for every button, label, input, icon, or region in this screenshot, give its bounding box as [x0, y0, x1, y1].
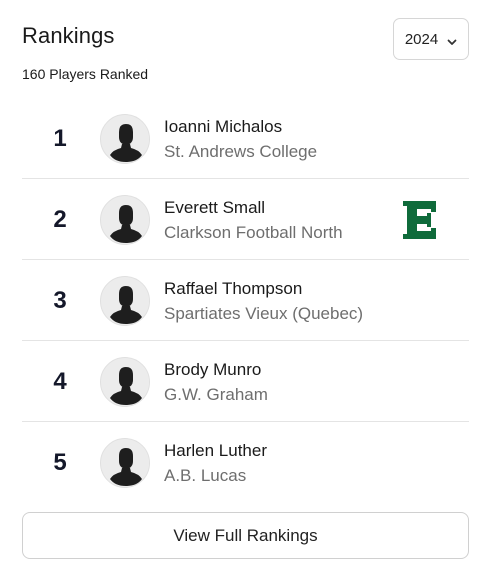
- player-name[interactable]: Ioanni Michalos: [164, 116, 317, 138]
- rankings-card: Rankings 2024 160 Players Ranked 1 Ioann…: [0, 0, 493, 575]
- player-school: Clarkson Football North: [164, 223, 343, 242]
- year-select[interactable]: 2024: [393, 18, 469, 60]
- player-info: Ioanni Michalos St. Andrews College: [164, 116, 317, 163]
- player-name[interactable]: Everett Small: [164, 197, 343, 219]
- player-info: Everett Small Clarkson Football North: [164, 197, 343, 244]
- header: Rankings 2024: [22, 18, 469, 62]
- avatar-placeholder-icon: [100, 357, 150, 407]
- rank-number: 5: [53, 448, 67, 476]
- e-logo-icon: [401, 199, 439, 241]
- page-title: Rankings: [22, 23, 115, 48]
- avatar-placeholder-icon: [100, 195, 150, 245]
- year-select-value: 2024: [404, 30, 439, 48]
- player-row-2[interactable]: 2 Everett Small Clarkson Football North: [22, 179, 469, 260]
- avatar-placeholder-icon: [100, 276, 150, 326]
- rank-number: 3: [53, 286, 67, 314]
- players-count: 160 Players Ranked: [22, 66, 149, 82]
- player-info: Brody Munro G.W. Graham: [164, 359, 268, 406]
- player-school: A.B. Lucas: [164, 466, 247, 485]
- player-row-3[interactable]: 3 Raffael Thompson Spartiates Vieux (Que…: [22, 260, 469, 341]
- rank-number: 2: [53, 205, 67, 233]
- player-row-1[interactable]: 1 Ioanni Michalos St. Andrews College: [22, 98, 469, 179]
- player-name[interactable]: Harlen Luther: [164, 440, 267, 462]
- view-full-rankings-button[interactable]: View Full Rankings: [22, 512, 469, 559]
- rank-number: 1: [53, 124, 67, 152]
- rankings-list: 1 Ioanni Michalos St. Andrews College 2: [22, 98, 469, 503]
- player-row-4[interactable]: 4 Brody Munro G.W. Graham: [22, 341, 469, 422]
- player-school: Spartiates Vieux (Quebec): [164, 304, 364, 323]
- avatar-placeholder-icon: [100, 438, 150, 488]
- player-name[interactable]: Raffael Thompson: [164, 278, 363, 300]
- player-school: St. Andrews College: [164, 142, 318, 161]
- player-row-5[interactable]: 5 Harlen Luther A.B. Lucas: [22, 422, 469, 503]
- chevron-down-icon: [447, 34, 457, 45]
- avatar-placeholder-icon: [100, 114, 150, 164]
- player-name[interactable]: Brody Munro: [164, 359, 268, 381]
- player-info: Harlen Luther A.B. Lucas: [164, 440, 267, 487]
- player-info: Raffael Thompson Spartiates Vieux (Quebe…: [164, 278, 363, 325]
- player-school: G.W. Graham: [164, 385, 268, 404]
- rank-number: 4: [53, 367, 67, 395]
